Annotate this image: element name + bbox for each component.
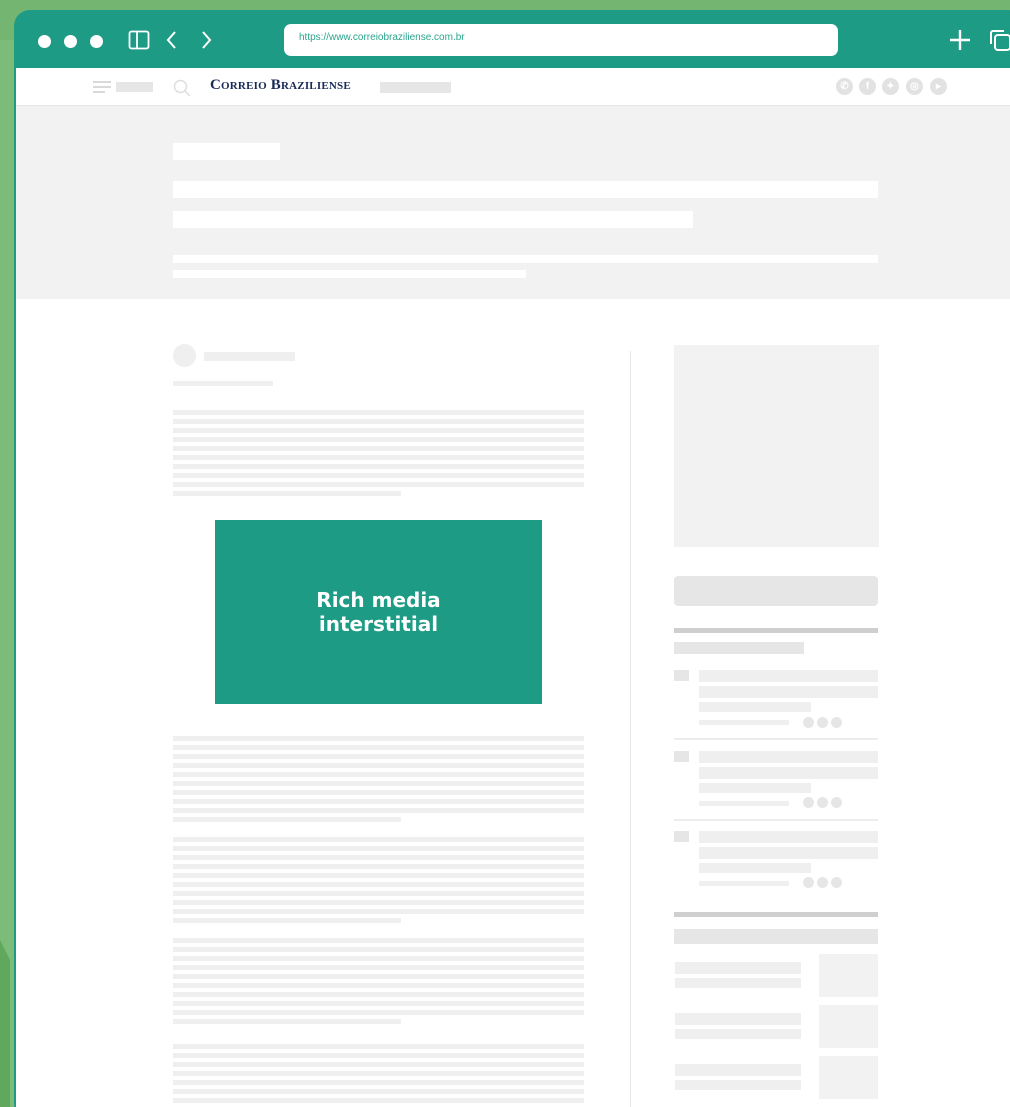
section-rule-1	[674, 628, 878, 633]
sidebar-icon[interactable]	[128, 29, 150, 51]
sidebar-button-placeholder[interactable]	[674, 576, 878, 606]
search-icon[interactable]	[173, 79, 191, 97]
url-bar[interactable]: https://www.correiobraziliense.com.br	[284, 24, 838, 56]
new-tab-icon[interactable]	[948, 28, 972, 52]
headline-line-1	[173, 181, 878, 198]
section-rule-2	[674, 912, 878, 917]
facebook-icon[interactable]: f	[859, 78, 876, 95]
forward-icon[interactable]	[198, 29, 214, 51]
webpage: Correio Braziliense ✆ f ✦ ◎ ▸ Rich media…	[16, 68, 1010, 1107]
site-logo[interactable]: Correio Braziliense	[210, 77, 351, 94]
date-placeholder	[173, 381, 273, 386]
menu-icon[interactable]	[93, 81, 111, 93]
tabs-overview-icon[interactable]	[988, 28, 1010, 52]
author-name-placeholder	[204, 352, 295, 361]
column-divider	[630, 351, 631, 1107]
browser-titlebar: https://www.correiobraziliense.com.br	[14, 10, 1010, 68]
browser-window: https://www.correiobraziliense.com.br Co…	[14, 10, 1010, 1107]
headline-line-2	[173, 211, 693, 228]
site-header: Correio Braziliense ✆ f ✦ ◎ ▸	[16, 68, 1010, 106]
section-title-placeholder-2	[674, 929, 878, 944]
header-nav-placeholder	[380, 82, 451, 93]
window-maximize-dot[interactable]	[90, 35, 103, 48]
whatsapp-icon[interactable]: ✆	[836, 78, 853, 95]
sidebar-ad-placeholder	[674, 345, 879, 547]
window-close-dot[interactable]	[38, 35, 51, 48]
subtitle-line-1	[173, 255, 878, 263]
rich-media-interstitial-ad[interactable]: Rich media interstitial	[215, 520, 542, 704]
window-minimize-dot[interactable]	[64, 35, 77, 48]
twitter-icon[interactable]: ✦	[882, 78, 899, 95]
youtube-icon[interactable]: ▸	[930, 78, 947, 95]
item-separator	[674, 738, 878, 740]
article-hero	[16, 106, 1010, 299]
subtitle-line-2	[173, 270, 526, 278]
section-title-placeholder-1	[674, 642, 804, 654]
category-placeholder	[173, 143, 280, 160]
instagram-icon[interactable]: ◎	[906, 78, 923, 95]
back-icon[interactable]	[164, 29, 180, 51]
menu-label-placeholder	[116, 82, 153, 92]
avatar	[173, 344, 196, 367]
url-text: https://www.correiobraziliense.com.br	[299, 32, 465, 43]
ad-label: Rich media interstitial	[316, 588, 441, 636]
item-separator	[674, 819, 878, 821]
